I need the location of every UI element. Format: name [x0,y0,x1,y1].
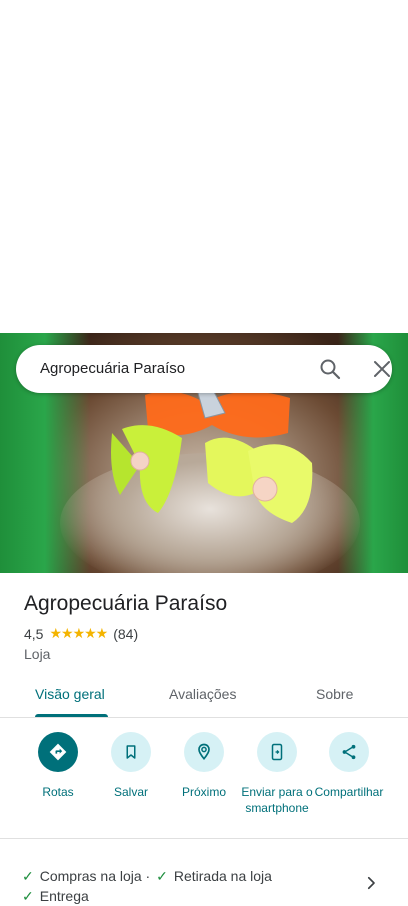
nearby-button[interactable]: Próximo [164,730,244,800]
feature-in-store-shopping: ✓ Compras na loja · [22,866,150,886]
place-category[interactable]: Loja [24,646,50,662]
rating-value: 4,5 [24,625,44,642]
feature-label: Compras na loja · [39,868,151,884]
nearby-icon [184,732,224,772]
save-button[interactable]: Salvar [91,730,171,800]
close-icon[interactable] [370,357,394,381]
active-tab-indicator [35,714,108,717]
search-input[interactable]: Agropecuária Paraíso [40,360,185,377]
check-icon: ✓ [156,868,168,884]
send-to-phone-icon [257,732,297,772]
directions-icon [38,732,78,772]
service-options[interactable]: ✓ Compras na loja · ✓ Retirada na loja ✓… [22,866,352,906]
save-label: Salvar [113,785,148,799]
bookmark-icon [111,732,151,772]
action-buttons: Rotas Salvar Próximo Enviar para o smart… [0,730,408,838]
map-area[interactable] [0,0,408,333]
star-rating-icon: ★★★★★ [49,625,108,641]
search-icon[interactable] [318,357,342,381]
place-title: Agropecuária Paraíso [24,592,228,615]
send-to-phone-button[interactable]: Enviar para o smartphone [237,730,317,816]
nearby-label: Próximo [181,785,226,799]
directions-button[interactable]: Rotas [18,730,98,800]
send-to-phone-label: Enviar para o smartphone [241,785,313,815]
tab-overview[interactable]: Visão geral [35,686,105,702]
feature-delivery: ✓ Entrega [22,886,89,906]
directions-label: Rotas [42,785,74,799]
feature-label: Retirada na loja [173,868,272,884]
divider [0,838,408,839]
check-icon: ✓ [22,868,34,884]
share-label: Compartilhar [314,785,384,799]
share-button[interactable]: Compartilhar [309,730,389,800]
tab-bar: Visão geral Avaliações Sobre [0,676,408,718]
chevron-right-icon[interactable] [362,874,380,892]
tab-about[interactable]: Sobre [316,686,353,702]
feature-label: Entrega [39,888,89,904]
review-count[interactable]: (84) [113,626,138,642]
rating-row[interactable]: 4,5 ★★★★★ (84) [24,625,138,642]
share-icon [329,732,369,772]
feature-in-store-pickup: ✓ Retirada na loja [156,866,272,886]
tab-reviews[interactable]: Avaliações [169,686,236,702]
search-bar[interactable]: Agropecuária Paraíso [16,345,392,393]
place-sheet: Agropecuária Paraíso Agropecuária Paraís… [0,0,408,906]
check-icon: ✓ [22,888,34,904]
